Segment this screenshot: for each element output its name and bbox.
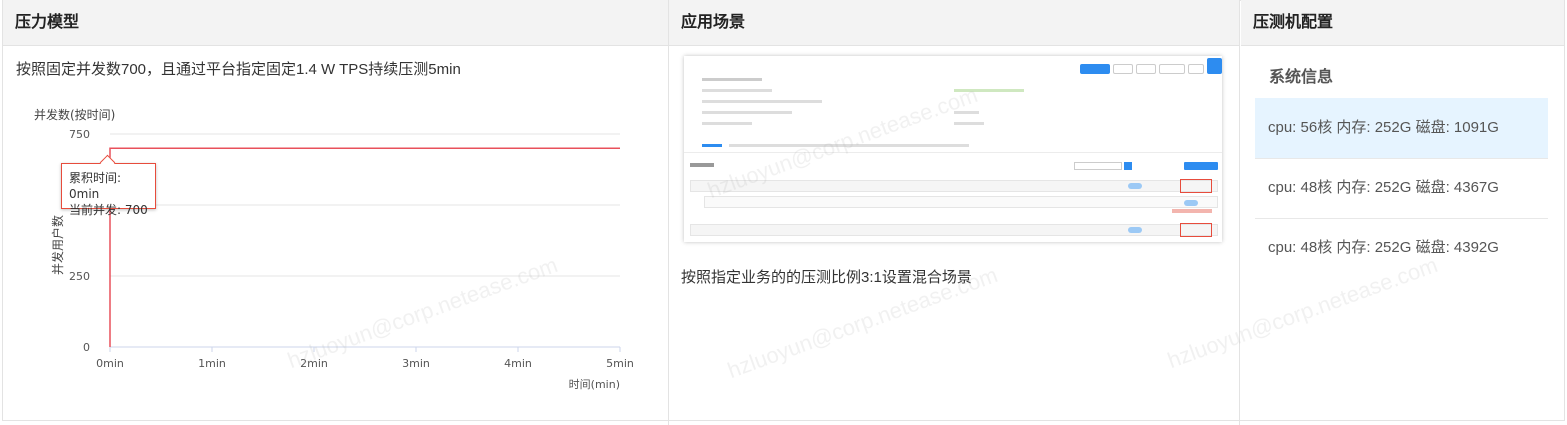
chart-x-tick-label: 1min — [198, 357, 226, 370]
chart-y-tick-label: 250 — [69, 270, 90, 283]
chart-y-tick-label: 750 — [69, 128, 90, 141]
chart-x-tick-label: 2min — [300, 357, 328, 370]
mini-add-button — [1184, 162, 1218, 170]
chart-y-axis-label: 并发用户数 — [50, 215, 65, 275]
mini-button — [1188, 64, 1204, 74]
header-pressure-model: 压力模型 — [3, 0, 668, 46]
mini-tab-active — [702, 144, 722, 147]
chart-x-axis-label: 时间(min) — [569, 378, 620, 391]
machine-config-item[interactable]: cpu: 48核 内存: 252G 磁盘: 4367G — [1255, 158, 1548, 218]
mini-info-line — [954, 122, 984, 125]
mini-toggle — [1128, 183, 1142, 189]
chart-y-tick-label: 0 — [83, 341, 90, 354]
mini-info-line — [702, 78, 762, 81]
mini-button — [1136, 64, 1156, 74]
mini-scenario-row — [704, 196, 1218, 208]
header-machine-config: 压测机配置 — [1241, 0, 1564, 46]
chart-y-title: 并发数(按时间) — [34, 107, 115, 122]
tooltip-current-concurrency: 当前并发: 700 — [69, 203, 148, 217]
mini-info-line — [702, 122, 752, 125]
scenario-screenshot — [684, 56, 1222, 242]
mini-button — [1159, 64, 1185, 74]
chart-x-tick-label: 3min — [402, 357, 430, 370]
mini-search — [1074, 162, 1122, 170]
mini-primary-button — [1080, 64, 1110, 74]
header-scenario: 应用场景 — [669, 0, 1239, 46]
mini-info-line — [702, 89, 772, 92]
mini-toggle — [1128, 227, 1142, 233]
chart-x-tick-label: 5min — [606, 357, 634, 370]
column-divider — [1239, 0, 1240, 425]
tooltip-elapsed-time: 累积时间: 0min — [69, 171, 122, 201]
mini-divider — [684, 152, 1222, 153]
scenario-caption: 按照指定业务的的压测比例3:1设置混合场景 — [681, 269, 972, 286]
mini-toggle — [1184, 200, 1198, 206]
chart-tooltip: 累积时间: 0min 当前并发: 700 — [61, 163, 156, 217]
mini-search-button — [1124, 162, 1132, 170]
mini-button — [1113, 64, 1133, 74]
system-info-title: 系统信息 — [1269, 69, 1334, 86]
pressure-model-description: 按照固定并发数700，且通过平台指定固定1.4 W TPS持续压测5min — [16, 61, 461, 78]
mini-tabs — [729, 144, 969, 147]
chart-x-tick-label: 0min — [96, 357, 124, 370]
mini-info-line — [702, 100, 822, 103]
concurrency-line-chart: 并发数(按时间)并发用户数02505007500min1min2min3min4… — [34, 107, 634, 391]
machine-config-item[interactable]: cpu: 56核 内存: 252G 磁盘: 1091G — [1255, 98, 1548, 158]
mini-section-title — [690, 163, 714, 167]
mini-info-line — [954, 111, 979, 114]
mini-info-line — [954, 89, 1024, 92]
mini-primary-button — [1207, 58, 1222, 74]
mini-red-note — [1172, 209, 1212, 213]
column-divider — [668, 0, 669, 425]
chart-x-tick-label: 4min — [504, 357, 532, 370]
chart-series-line — [109, 147, 620, 347]
mini-ratio-box — [1180, 223, 1212, 237]
mini-info-line — [702, 111, 792, 114]
mini-ratio-box — [1180, 179, 1212, 193]
machine-config-item[interactable]: cpu: 48核 内存: 252G 磁盘: 4392G — [1255, 218, 1548, 278]
